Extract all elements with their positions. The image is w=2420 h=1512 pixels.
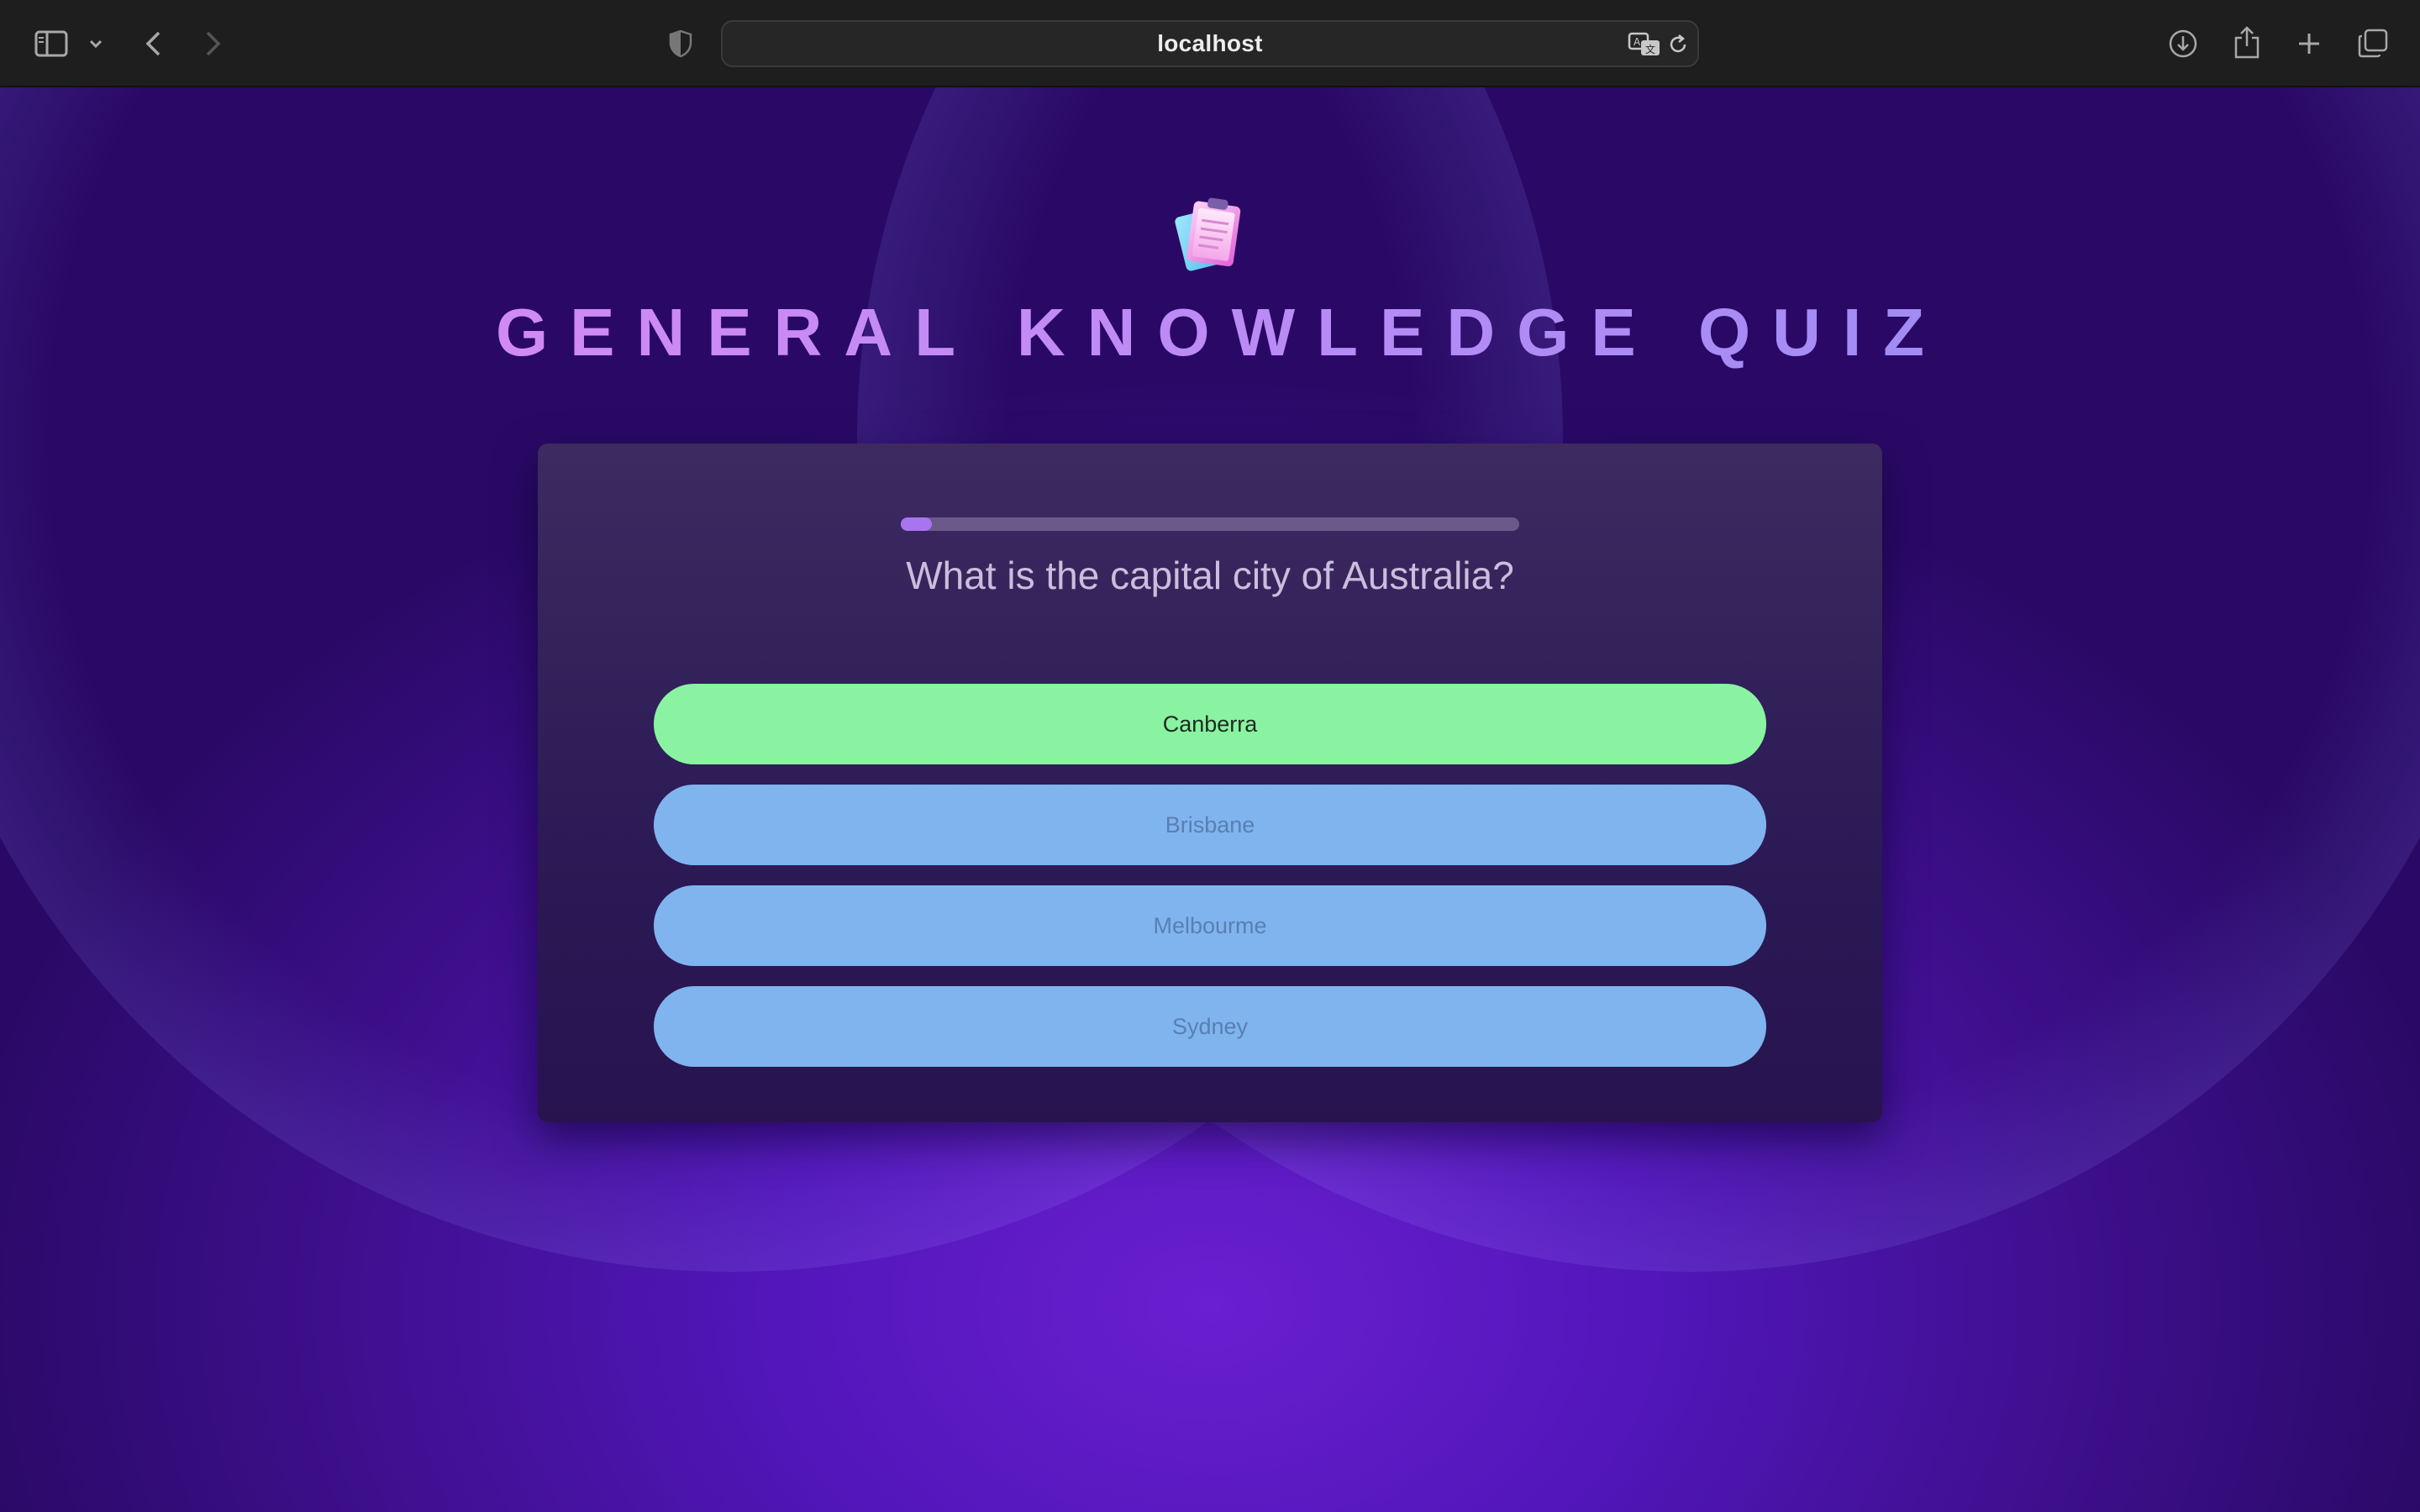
svg-text:A: A xyxy=(1634,36,1641,48)
answer-option-canberra[interactable]: Canberra xyxy=(654,684,1766,764)
forward-arrow-icon xyxy=(206,31,221,56)
quiz-title: GENERAL KNOWLEDGE QUIZ xyxy=(0,294,2420,371)
share-icon xyxy=(2234,26,2260,59)
address-bar[interactable]: localhost A 文 xyxy=(721,20,1699,67)
quiz-page: GENERAL KNOWLEDGE QUIZ What is the capit… xyxy=(0,87,2420,1512)
sidebar-icon xyxy=(34,30,68,57)
tabs-overview-icon xyxy=(2358,29,2388,58)
sidebar-button[interactable] xyxy=(32,25,71,62)
new-tab-button[interactable] xyxy=(2292,25,2326,62)
chevron-down-icon xyxy=(89,39,103,49)
sidebar-menu-button[interactable] xyxy=(84,30,108,57)
svg-text:文: 文 xyxy=(1645,43,1655,55)
reload-icon xyxy=(1670,34,1686,53)
answer-options: Canberra Brisbane Melbourme Sydney xyxy=(654,684,1766,1087)
answer-option-brisbane[interactable]: Brisbane xyxy=(654,785,1766,865)
browser-toolbar: localhost A 文 xyxy=(0,0,2420,87)
clipboard-icon xyxy=(1168,192,1252,276)
translate-button[interactable]: A 文 xyxy=(1627,30,1662,59)
address-text: localhost xyxy=(1157,30,1263,56)
progress-bar xyxy=(901,517,1519,531)
plus-icon xyxy=(2299,34,2319,54)
back-button[interactable] xyxy=(138,25,168,62)
download-icon xyxy=(2169,29,2197,58)
shield-icon xyxy=(669,29,692,58)
progress-bar-fill xyxy=(901,517,932,531)
downloads-button[interactable] xyxy=(2166,25,2200,62)
question-card: What is the capital city of Australia? C… xyxy=(538,444,1882,1122)
share-button[interactable] xyxy=(2230,24,2264,62)
reload-button[interactable] xyxy=(1665,32,1691,57)
answer-option-sydney[interactable]: Sydney xyxy=(654,986,1766,1067)
answer-option-melbourne[interactable]: Melbourme xyxy=(654,885,1766,966)
translate-icon: A 文 xyxy=(1628,32,1660,55)
question-text: What is the capital city of Australia? xyxy=(906,554,1514,597)
tab-overview-button[interactable] xyxy=(2354,25,2391,62)
forward-button[interactable] xyxy=(198,25,229,62)
privacy-report-button[interactable] xyxy=(664,27,697,60)
back-arrow-icon xyxy=(145,31,160,56)
